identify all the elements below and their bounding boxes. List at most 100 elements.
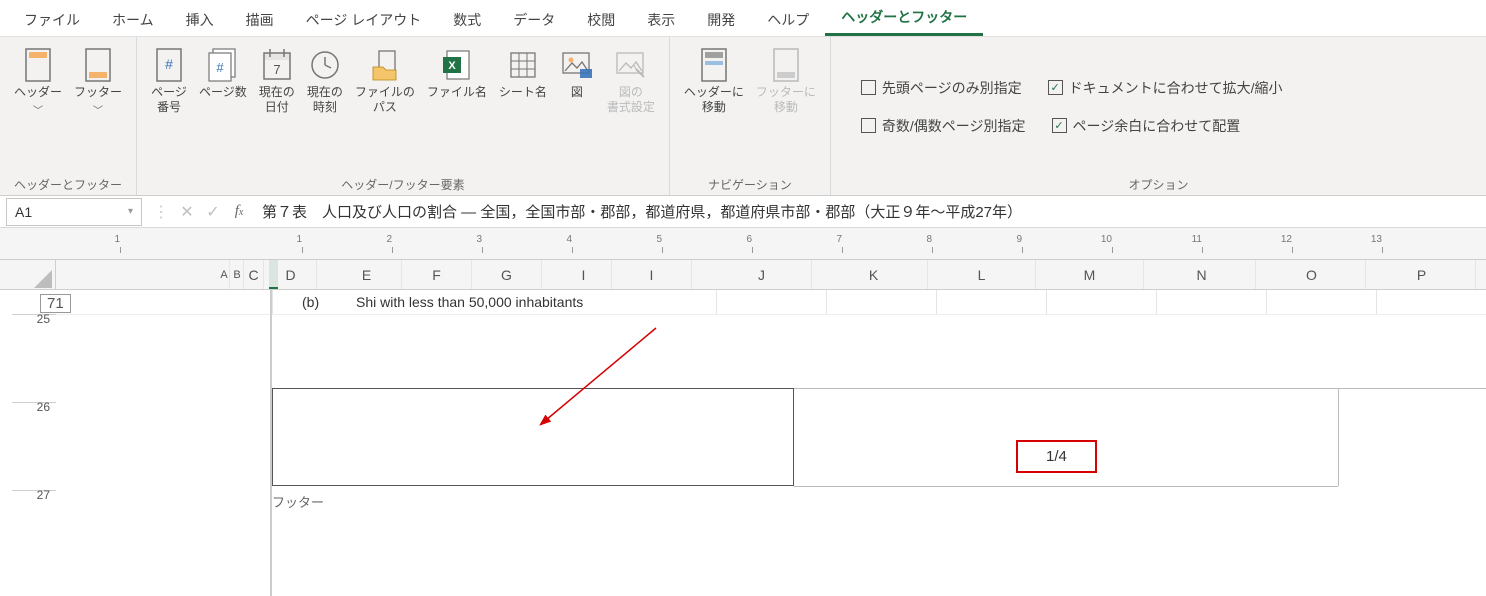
tab-home[interactable]: ホーム xyxy=(96,4,170,36)
enter-formula-icon[interactable]: ✓ xyxy=(200,202,226,222)
cancel-formula-icon[interactable]: ✕ xyxy=(174,202,200,222)
tab-file[interactable]: ファイル xyxy=(8,4,96,36)
footer-section-label: フッター xyxy=(272,492,324,511)
tab-review[interactable]: 校閲 xyxy=(571,4,631,36)
sheet-name-button[interactable]: シート名 xyxy=(495,41,551,104)
picture-icon xyxy=(559,45,595,85)
clock-icon xyxy=(307,45,343,85)
checkbox-checked-icon: ✓ xyxy=(1052,118,1067,133)
tab-draw[interactable]: 描画 xyxy=(230,4,290,36)
arrow-annotation xyxy=(526,320,676,430)
select-all-corner[interactable] xyxy=(0,260,56,289)
ruler-tick: 9 xyxy=(1016,234,1022,245)
name-box[interactable]: A1 ▾ xyxy=(6,198,142,226)
column-header[interactable]: P xyxy=(1368,260,1476,289)
chevron-down-icon: ﹀ xyxy=(33,102,43,117)
cell-label-b: (b) xyxy=(302,294,319,310)
tab-help[interactable]: ヘルプ xyxy=(751,4,825,36)
calendar-icon: 7 xyxy=(259,45,295,85)
page-number-button[interactable]: # ページ 番号 xyxy=(147,41,191,119)
checkbox-icon xyxy=(861,80,876,95)
ruler-tick: 11 xyxy=(1192,234,1202,245)
opt-align-margin[interactable]: ✓ページ余白に合わせて配置 xyxy=(1052,116,1241,136)
current-date-button[interactable]: 7 現在の 日付 xyxy=(255,41,299,119)
menu-bar: ファイル ホーム 挿入 描画 ページ レイアウト 数式 データ 校閲 表示 開発… xyxy=(0,0,1486,36)
column-header[interactable]: D xyxy=(265,260,317,289)
tab-insert[interactable]: 挿入 xyxy=(170,4,230,36)
ruler-tick-27: 27 xyxy=(0,488,56,502)
header-button[interactable]: ヘッダー ﹀ xyxy=(10,41,66,121)
opt-scale-doc[interactable]: ✓ドキュメントに合わせて拡大/縮小 xyxy=(1048,78,1283,98)
ruler-tick: 4 xyxy=(566,234,572,245)
chevron-down-icon: ﹀ xyxy=(93,102,103,117)
column-header[interactable]: K xyxy=(820,260,928,289)
page-indicator-annotation: 1/4 xyxy=(1016,440,1097,473)
formula-bar-row: A1 ▾ ⋮ ✕ ✓ fx 第７表 人口及び人口の割合 ― 全国，全国市部・郡部… xyxy=(0,196,1486,228)
column-header[interactable]: O xyxy=(1258,260,1366,289)
ruler-tick: 1 xyxy=(296,234,302,245)
column-header[interactable]: E xyxy=(332,260,402,289)
tab-view[interactable]: 表示 xyxy=(631,4,691,36)
column-header[interactable]: G xyxy=(472,260,542,289)
header-icon xyxy=(20,45,56,85)
cell-text: Shi with less than 50,000 inhabitants xyxy=(356,294,583,310)
picture-button[interactable]: 図 xyxy=(555,41,599,104)
tab-header-footer[interactable]: ヘッダーとフッター xyxy=(825,1,983,36)
column-header[interactable]: N xyxy=(1148,260,1256,289)
group-navigation: ヘッダーに 移動 フッターに 移動 ナビゲーション xyxy=(670,37,831,195)
column-headers-row: ABCDEFGIIJKLMNOP xyxy=(0,260,1486,290)
go-to-footer-button: フッターに 移動 xyxy=(752,41,820,119)
column-header[interactable]: F xyxy=(402,260,472,289)
column-header[interactable]: J xyxy=(712,260,812,289)
ruler-tick: 10 xyxy=(1101,234,1112,245)
formula-bar[interactable]: 第７表 人口及び人口の割合 ― 全国，全国市部・郡部，都道府県，都道府県市部・郡… xyxy=(252,201,1486,222)
ruler-tick-25: 25 xyxy=(0,312,56,326)
page-count-button[interactable]: # ページ数 xyxy=(195,41,251,104)
tab-data[interactable]: データ xyxy=(497,4,571,36)
sheet-icon xyxy=(505,45,541,85)
file-name-button[interactable]: X ファイル名 xyxy=(423,41,491,104)
column-header[interactable]: I xyxy=(612,260,692,289)
svg-text:#: # xyxy=(165,56,173,72)
column-header[interactable]: B xyxy=(230,260,244,289)
ruler-tick: 3 xyxy=(476,234,482,245)
tab-formulas[interactable]: 数式 xyxy=(437,4,497,36)
go-header-icon xyxy=(696,45,732,85)
ruler-tick: 13 xyxy=(1371,234,1382,245)
ribbon: ヘッダー ﹀ フッター ﹀ ヘッダーとフッター # ページ 番号 # ページ数 … xyxy=(0,36,1486,196)
svg-text:X: X xyxy=(448,60,456,72)
page-number-icon: # xyxy=(151,45,187,85)
column-header[interactable]: L xyxy=(928,260,1036,289)
ruler-tick: 6 xyxy=(746,234,752,245)
column-header[interactable]: I xyxy=(556,260,612,289)
footer-button[interactable]: フッター ﹀ xyxy=(70,41,126,121)
format-picture-icon xyxy=(613,45,649,85)
group-options: 先頭ページのみ別指定 ✓ドキュメントに合わせて拡大/縮小 奇数/偶数ページ別指定… xyxy=(831,37,1486,195)
footer-icon xyxy=(80,45,116,85)
column-header[interactable]: A xyxy=(218,260,230,289)
go-to-header-button[interactable]: ヘッダーに 移動 xyxy=(680,41,748,119)
opt-odd-even[interactable]: 奇数/偶数ページ別指定 xyxy=(861,116,1026,136)
page-count-icon: # xyxy=(205,45,241,85)
ruler-tick: 5 xyxy=(656,234,662,245)
opt-first-page[interactable]: 先頭ページのみ別指定 xyxy=(861,78,1022,98)
checkbox-icon xyxy=(861,118,876,133)
svg-text:7: 7 xyxy=(273,62,280,77)
ruler-tick-26: 26 xyxy=(0,400,56,414)
worksheet-area[interactable]: 71 25 26 27 (b) Shi with less than 50,00… xyxy=(0,290,1486,596)
column-header[interactable]: M xyxy=(1036,260,1144,289)
current-time-button[interactable]: 現在の 時刻 xyxy=(303,41,347,119)
ruler-tick: 7 xyxy=(836,234,842,245)
column-header[interactable]: C xyxy=(244,260,264,289)
ruler-tick: 1 xyxy=(114,234,120,245)
tab-pagelayout[interactable]: ページ レイアウト xyxy=(290,4,438,36)
ruler-tick: 2 xyxy=(386,234,392,245)
fx-icon[interactable]: fx xyxy=(226,203,252,220)
tab-developer[interactable]: 開発 xyxy=(691,4,751,36)
file-path-icon xyxy=(367,45,403,85)
ruler-tick: 12 xyxy=(1281,234,1292,245)
file-path-button[interactable]: ファイルの パス xyxy=(351,41,419,119)
chevron-down-icon: ▾ xyxy=(128,206,133,217)
format-picture-button: 図の 書式設定 xyxy=(603,41,659,119)
checkbox-checked-icon: ✓ xyxy=(1048,80,1063,95)
